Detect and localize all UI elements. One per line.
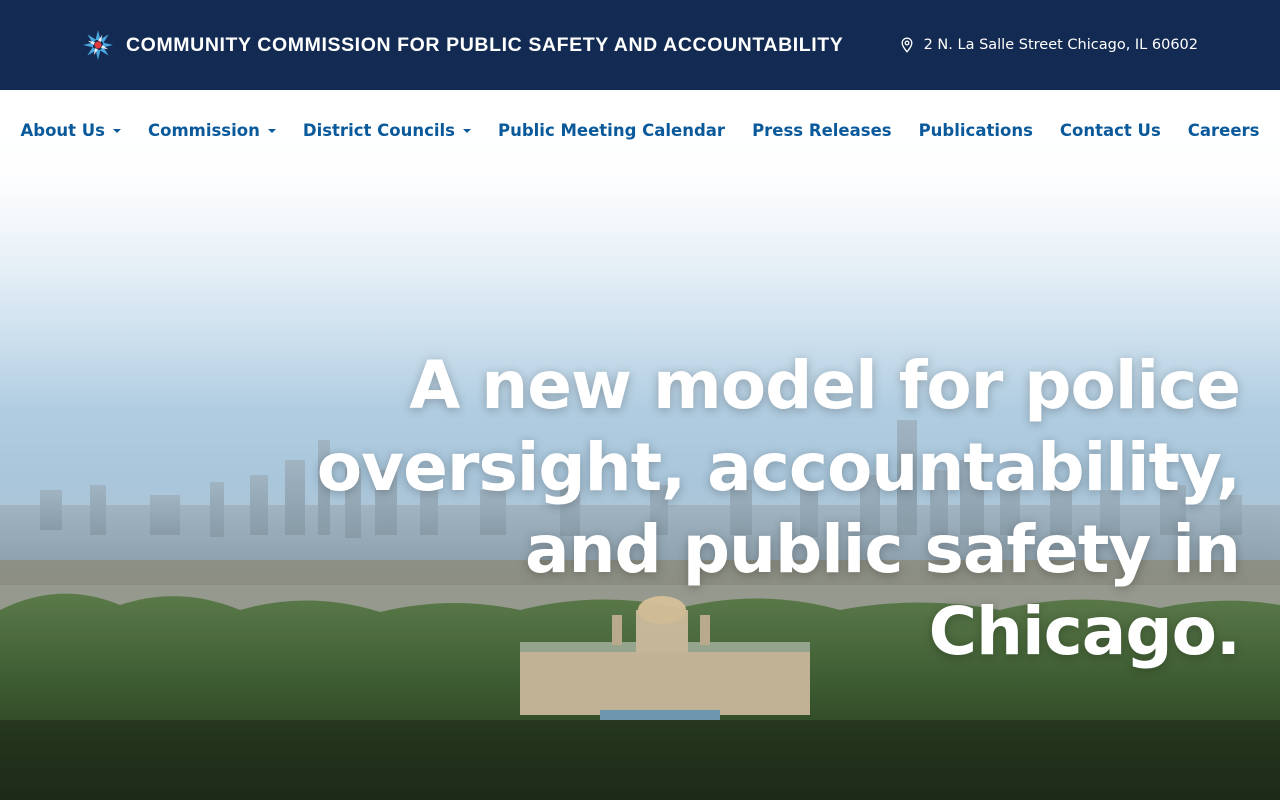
chevron-down-icon	[267, 128, 276, 133]
nav-item-contact-us[interactable]: Contact Us	[1046, 121, 1174, 140]
star-burst-logo-icon	[83, 30, 113, 60]
nav-item-label: Publications	[918, 120, 1033, 140]
nav-item-district-councils[interactable]: District Councils	[289, 121, 484, 140]
chevron-down-icon	[463, 128, 471, 133]
nav-item-about-us[interactable]: About Us	[7, 121, 135, 140]
nav-item-publications[interactable]: Publications	[905, 121, 1046, 140]
nav-item-careers[interactable]: Careers	[1174, 121, 1273, 140]
nav-item-label: Contact Us	[1059, 120, 1161, 140]
nav-item-label: Careers	[1187, 120, 1260, 140]
nav-item-label: District Councils	[302, 120, 455, 140]
site-header: COMMUNITY COMMISSION FOR PUBLIC SAFETY A…	[0, 0, 1280, 90]
nav-item-label: Commission	[148, 120, 260, 140]
nav-item-press-releases[interactable]: Press Releases	[739, 121, 906, 140]
nav-item-label: Press Releases	[752, 120, 892, 140]
hero-heading-line-1: A new model for police	[409, 347, 1241, 424]
nav-item-commission[interactable]: Commission	[135, 121, 290, 140]
hero-heading: A new model for police oversight, accoun…	[240, 345, 1241, 673]
org-name: COMMUNITY COMMISSION FOR PUBLIC SAFETY A…	[126, 33, 844, 56]
brand-link[interactable]: COMMUNITY COMMISSION FOR PUBLIC SAFETY A…	[82, 29, 843, 61]
hero-heading-line-3: and public safety in Chicago.	[524, 511, 1241, 670]
address: 2 N. La Salle Street Chicago, IL 60602	[899, 37, 1198, 53]
location-pin-icon	[901, 37, 913, 53]
hero-heading-line-2: oversight, accountability,	[316, 429, 1241, 506]
chevron-down-icon	[113, 128, 121, 133]
nav-item-label: About Us	[20, 120, 105, 140]
hero-section: A new model for police oversight, accoun…	[0, 90, 1280, 800]
nav-item-label: Public Meeting Calendar	[498, 120, 726, 140]
nav-item-public-meeting-calendar[interactable]: Public Meeting Calendar	[485, 121, 739, 140]
address-text: 2 N. La Salle Street Chicago, IL 60602	[923, 37, 1198, 53]
main-nav: About Us Commission District Councils Pu…	[0, 90, 1280, 170]
